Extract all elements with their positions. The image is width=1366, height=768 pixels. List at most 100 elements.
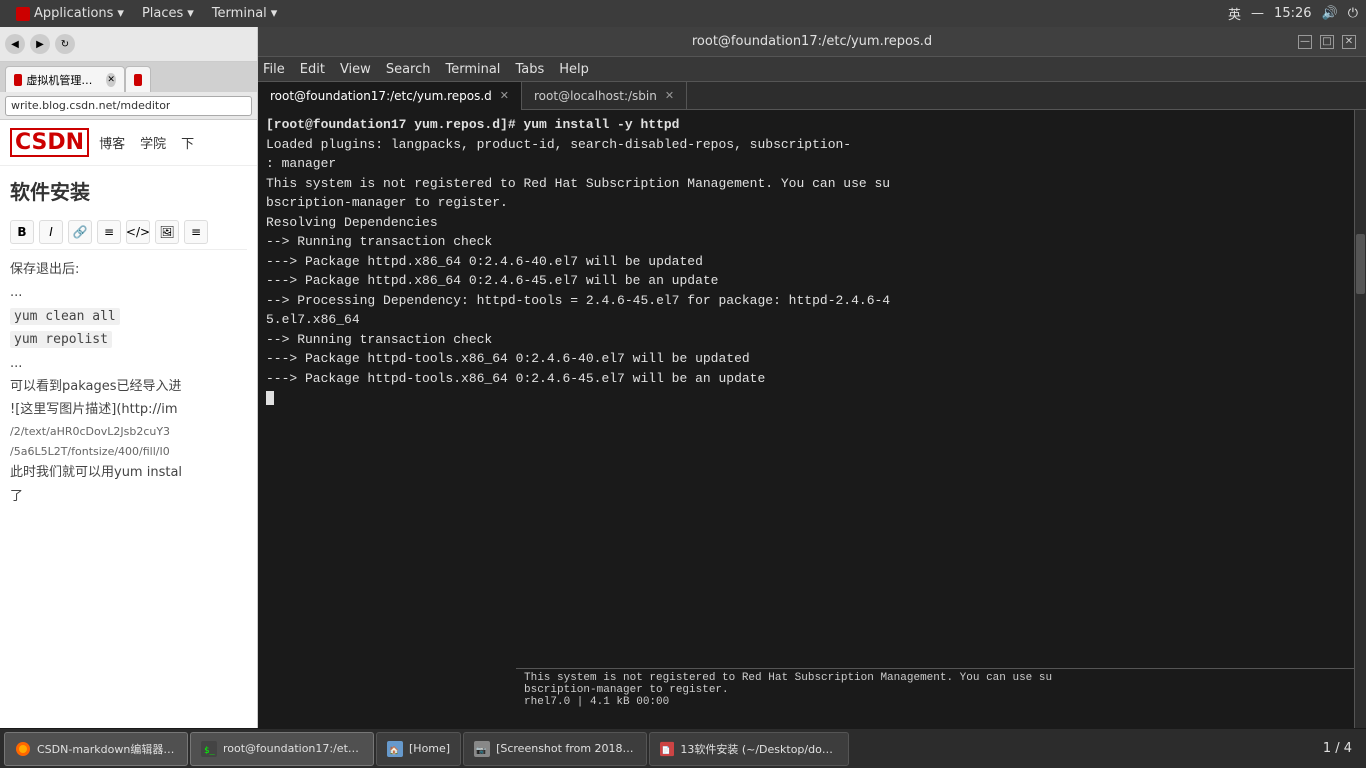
csdn-nav-down[interactable]: 下 — [181, 133, 194, 152]
taskbar-firefox[interactable]: CSDN-markdown编辑器 – Mozil... — [4, 732, 188, 766]
system-bar: Applications ▾ Places ▾ Terminal ▾ 英 — 1… — [0, 0, 1366, 27]
browser-tab-1[interactable]: 虚拟机管理和虚拟机... ✕ — [5, 66, 125, 92]
tab1-close-icon[interactable]: ✕ — [500, 89, 509, 102]
svg-text:📷: 📷 — [476, 746, 486, 755]
browser-window: ◀ ▶ ↻ 虚拟机管理和虚拟机... ✕ write.blog.csdn.net… — [0, 27, 258, 728]
taskbar-docs[interactable]: 📄 13软件安装 (~/Desktop/docs) –... — [649, 732, 849, 766]
places-menu[interactable]: Places ▾ — [134, 4, 202, 23]
app-icon — [16, 7, 30, 21]
power-icon[interactable]: ⏻ — [1348, 6, 1358, 21]
refresh-button[interactable]: ↻ — [55, 34, 75, 54]
article-title: 软件安装 — [10, 176, 247, 205]
maximize-button[interactable]: □ — [1320, 35, 1334, 49]
page-indicator: 1 / 4 — [1313, 741, 1362, 756]
clock: 15:26 — [1274, 6, 1311, 21]
places-chevron: ▾ — [187, 6, 194, 21]
terminal-line-10: 5.el7.x86_64 — [266, 310, 1358, 330]
taskbar-home-label: [Home] — [409, 742, 450, 755]
main-area: ◀ ▶ ↻ 虚拟机管理和虚拟机... ✕ write.blog.csdn.net… — [0, 27, 1366, 728]
terminal-line-2: : manager — [266, 154, 1358, 174]
svg-text:📄: 📄 — [662, 745, 671, 754]
terminal-line-6: --> Running transaction check — [266, 232, 1358, 252]
language-indicator[interactable]: 英 — [1228, 4, 1241, 23]
screenshot-icon: 📷 — [474, 741, 490, 757]
menu-tabs[interactable]: Tabs — [515, 62, 544, 77]
bottom-line-2: rhel7.0 | 4.1 kB 00:00 — [524, 696, 1358, 708]
tab2-close-icon[interactable]: ✕ — [665, 89, 674, 102]
terminal-line-11: --> Running transaction check — [266, 330, 1358, 350]
menu-help[interactable]: Help — [559, 62, 589, 77]
minimize-button[interactable]: — — [1298, 35, 1312, 49]
browser-toolbar: ◀ ▶ ↻ — [0, 27, 257, 62]
csdn-header: CSDN 博客 学院 下 — [0, 120, 257, 166]
terminal-line-12: ---> Package httpd-tools.x86_64 0:2.4.6-… — [266, 349, 1358, 369]
url-text: write.blog.csdn.net/mdeditor — [11, 99, 170, 112]
taskbar-terminal1[interactable]: $_ root@foundation17:/etc/yum.re... — [190, 732, 374, 766]
csdn-nav: 博客 学院 下 — [99, 133, 194, 152]
browser-tab-bar: 虚拟机管理和虚拟机... ✕ — [0, 62, 257, 92]
taskbar: CSDN-markdown编辑器 – Mozil... $_ root@foun… — [0, 728, 1366, 768]
bottom-line-0: This system is not registered to Red Hat… — [524, 672, 1358, 684]
done-text: 了 — [10, 485, 247, 508]
browser-tab-2[interactable] — [125, 66, 151, 92]
terminal-window-controls: — □ ✕ — [1298, 35, 1356, 49]
terminal-tab-1[interactable]: root@foundation17:/etc/yum.repos.d ✕ — [258, 82, 522, 110]
close-button[interactable]: ✕ — [1342, 35, 1356, 49]
system-bar-right: 英 — 15:26 🔊 ⏻ — [1228, 4, 1358, 23]
link-button[interactable]: 🔗 — [68, 220, 92, 244]
taskbar-home[interactable]: 🏠 [Home] — [376, 732, 461, 766]
taskbar-terminal1-label: root@foundation17:/etc/yum.re... — [223, 742, 363, 755]
bold-button[interactable]: B — [10, 220, 34, 244]
terminal-titlebar: root@foundation17:/etc/yum.repos.d — □ ✕ — [258, 27, 1366, 57]
menu-file[interactable]: File — [263, 62, 285, 77]
url-bar[interactable]: write.blog.csdn.net/mdeditor — [5, 96, 252, 116]
list-button[interactable]: ≡ — [97, 220, 121, 244]
menu-view[interactable]: View — [340, 62, 371, 77]
format-button[interactable]: ≡ — [184, 220, 208, 244]
menu-terminal[interactable]: Terminal — [445, 62, 500, 77]
terminal-window: root@foundation17:/etc/yum.repos.d — □ ✕… — [258, 27, 1366, 728]
terminal-scrollbar[interactable] — [1354, 110, 1366, 728]
forward-button[interactable]: ▶ — [30, 34, 50, 54]
tab1-close[interactable]: ✕ — [106, 73, 116, 87]
csdn-nav-blog[interactable]: 博客 — [99, 133, 125, 152]
save-hint: 保存退出后: — [10, 258, 247, 281]
volume-icon[interactable]: 🔊 — [1322, 6, 1338, 21]
scroll-thumb[interactable] — [1356, 234, 1365, 294]
menu-search[interactable]: Search — [386, 62, 431, 77]
image-button[interactable]: 🖼 — [155, 220, 179, 244]
home-icon: 🏠 — [387, 741, 403, 757]
separator1: — — [1251, 6, 1264, 21]
code-button[interactable]: </> — [126, 220, 150, 244]
url-fragment2: /5a6L5L2T/fontsize/400/fill/I0 — [10, 442, 247, 462]
terminal-line-9: --> Processing Dependency: httpd-tools =… — [266, 291, 1358, 311]
code1: yum clean all — [10, 305, 247, 328]
terminal-line-3: This system is not registered to Red Hat… — [266, 174, 1358, 194]
tab1-label: root@foundation17:/etc/yum.repos.d — [270, 89, 492, 103]
browser-content: CSDN 博客 学院 下 软件安装 B I 🔗 ≡ </> 🖼 ≡ — [0, 120, 257, 728]
places-label: Places — [142, 6, 183, 21]
terminal-line-7: ---> Package httpd.x86_64 0:2.4.6-40.el7… — [266, 252, 1358, 272]
terminal-label: Terminal — [212, 6, 267, 21]
back-button[interactable]: ◀ — [5, 34, 25, 54]
terminal1-icon: $_ — [201, 741, 217, 757]
url-fragment1: /2/text/aHR0cDovL2Jsb2cuY3 — [10, 422, 247, 442]
desc2: 此时我们就可以用yum instal — [10, 461, 247, 484]
csdn-nav-academy[interactable]: 学院 — [140, 133, 166, 152]
terminal-tabs: root@foundation17:/etc/yum.repos.d ✕ roo… — [258, 82, 1366, 110]
terminal-chevron: ▾ — [271, 6, 278, 21]
desc1: 可以看到pakages已经导入进 — [10, 375, 247, 398]
terminal-cursor — [266, 391, 274, 405]
browser-nav-bar: write.blog.csdn.net/mdeditor — [0, 92, 257, 120]
editor-toolbar: B I 🔗 ≡ </> 🖼 ≡ — [10, 215, 247, 250]
italic-button[interactable]: I — [39, 220, 63, 244]
svg-text:🏠: 🏠 — [389, 746, 399, 755]
menu-edit[interactable]: Edit — [300, 62, 325, 77]
taskbar-screenshot[interactable]: 📷 [Screenshot from 2018-01-21 ... — [463, 732, 647, 766]
terminal-tab-2[interactable]: root@localhost:/sbin ✕ — [522, 82, 687, 110]
terminal-menu[interactable]: Terminal ▾ — [204, 4, 285, 23]
terminal-content[interactable]: [root@foundation17 yum.repos.d]# yum ins… — [258, 110, 1366, 728]
code2: yum repolist — [10, 328, 247, 351]
applications-menu[interactable]: Applications ▾ — [8, 4, 132, 23]
terminal-line-4: bscription-manager to register. — [266, 193, 1358, 213]
